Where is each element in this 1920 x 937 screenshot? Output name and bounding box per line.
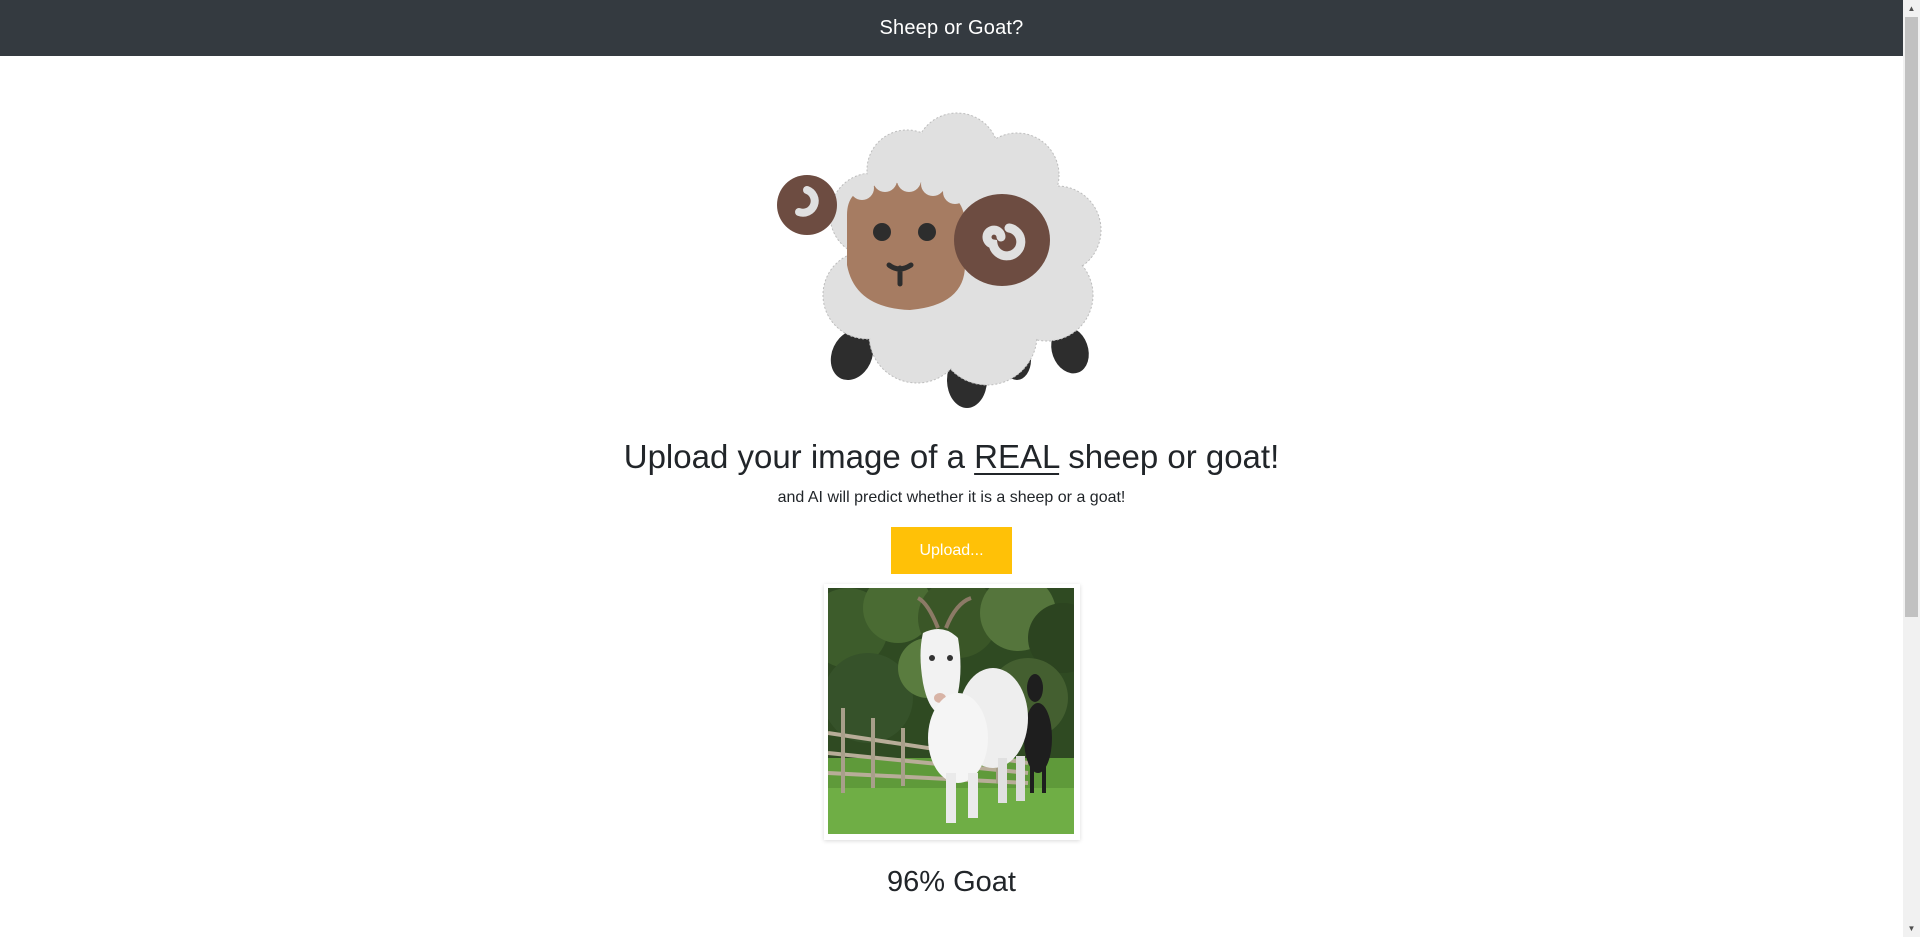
uploaded-image-preview xyxy=(824,584,1080,840)
heading-emphasis: REAL xyxy=(974,438,1060,475)
navbar: Sheep or Goat? xyxy=(0,0,1903,56)
scroll-up-icon[interactable]: ▲ xyxy=(1903,0,1920,17)
sheep-emoji-icon xyxy=(777,112,1102,408)
page-heading: Upload your image of a REAL sheep or goa… xyxy=(0,438,1903,476)
goat-photo xyxy=(828,588,1074,834)
heading-text-before: Upload your image of a xyxy=(623,438,975,475)
scrollbar-thumb[interactable] xyxy=(1905,17,1918,617)
prediction-result: 96% Goat xyxy=(887,866,1016,898)
vertical-scrollbar[interactable]: ▲ ▼ xyxy=(1903,0,1920,937)
upload-button[interactable]: Upload... xyxy=(891,527,1012,574)
scroll-down-icon[interactable]: ▼ xyxy=(1903,920,1920,937)
page: Sheep or Goat? Upload your image of a RE… xyxy=(0,0,1903,937)
navbar-brand[interactable]: Sheep or Goat? xyxy=(879,17,1023,40)
heading-text-after: sheep or goat! xyxy=(1059,438,1280,475)
page-subtitle: and AI will predict whether it is a shee… xyxy=(777,489,1126,506)
